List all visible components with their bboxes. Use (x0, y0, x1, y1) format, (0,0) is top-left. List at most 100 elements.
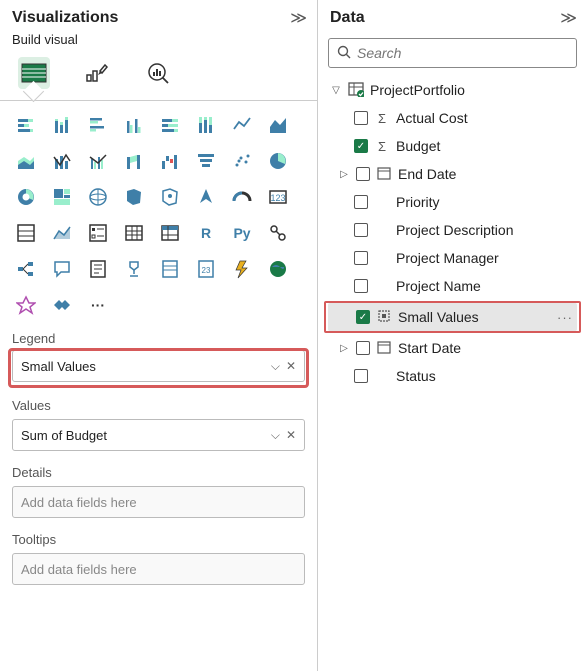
vicon-arcgis[interactable] (264, 255, 292, 283)
field-label: Project Manager (396, 250, 575, 266)
field-highlight: ✓Small Values··· (324, 301, 581, 333)
field-label: Project Description (396, 222, 575, 238)
vicon-stacked-area[interactable] (12, 147, 40, 175)
vicon-power-automate[interactable] (228, 255, 256, 283)
tab-build-visual[interactable] (18, 57, 50, 89)
collapse-viz-icon[interactable]: ≫ (290, 8, 307, 28)
field-row-start-date[interactable]: ▷ Start Date (326, 334, 579, 362)
analytics-icon (146, 61, 170, 85)
field-checkbox[interactable] (356, 341, 370, 355)
vicon-qa[interactable] (48, 255, 76, 283)
field-row-project-description[interactable]: Project Description (326, 216, 579, 244)
legend-field-actions: ⌵ ✕ (271, 359, 296, 374)
values-field-actions: ⌵ ✕ (271, 428, 296, 443)
viz-header: Visualizations ≫ (0, 0, 317, 32)
vicon-matrix[interactable] (156, 219, 184, 247)
vicon-custom-1[interactable] (12, 291, 40, 319)
vicon-multi-row-card[interactable] (12, 219, 40, 247)
vicon-card[interactable]: 123 (264, 183, 292, 211)
vicon-custom-2[interactable] (48, 291, 76, 319)
vicon-clustered-bar[interactable] (84, 111, 112, 139)
tab-format-visual[interactable] (80, 57, 112, 89)
tooltips-placeholder: Add data fields here (21, 562, 137, 577)
group-icon (376, 309, 392, 326)
vicon-azure-map[interactable] (156, 183, 184, 211)
vicon-table[interactable] (120, 219, 148, 247)
details-field-well[interactable]: Add data fields here (12, 486, 305, 518)
vicon-r-visual[interactable]: R (192, 219, 220, 247)
field-row-project-name[interactable]: Project Name (326, 272, 579, 300)
chevron-down-icon: ▽ (330, 85, 342, 96)
viz-gallery: 123 R Py 23 ··· (0, 101, 317, 325)
vicon-line-stacked-column[interactable] (48, 147, 76, 175)
calendar-icon (376, 340, 392, 357)
search-icon (337, 45, 351, 62)
vicon-power-apps[interactable]: 23 (192, 255, 220, 283)
vicon-donut[interactable] (12, 183, 40, 211)
vicon-waterfall[interactable] (156, 147, 184, 175)
vicon-line-clustered-column[interactable] (84, 147, 112, 175)
field-row-small-values[interactable]: ✓Small Values··· (328, 303, 577, 331)
field-checkbox[interactable] (354, 111, 368, 125)
field-checkbox[interactable]: ✓ (354, 139, 368, 153)
search-box[interactable] (328, 38, 577, 68)
vicon-paginated-report[interactable] (156, 255, 184, 283)
vicon-scatter[interactable] (228, 147, 256, 175)
vicon-100-stacked-column[interactable] (192, 111, 220, 139)
vicon-treemap[interactable] (48, 183, 76, 211)
field-checkbox[interactable]: ✓ (356, 310, 370, 324)
field-checkbox[interactable] (354, 195, 368, 209)
vicon-line[interactable] (228, 111, 256, 139)
remove-field-icon[interactable]: ✕ (286, 428, 296, 443)
remove-field-icon[interactable]: ✕ (286, 359, 296, 374)
vicon-stacked-bar[interactable] (12, 111, 40, 139)
field-row-priority[interactable]: Priority (326, 188, 579, 216)
vicon-decomposition-tree[interactable] (12, 255, 40, 283)
search-input[interactable] (357, 45, 568, 61)
field-row-actual-cost[interactable]: ΣActual Cost (326, 104, 579, 132)
vicon-stacked-column[interactable] (48, 111, 76, 139)
field-checkbox[interactable] (356, 167, 370, 181)
field-row-project-manager[interactable]: Project Manager (326, 244, 579, 272)
chevron-down-icon[interactable]: ⌵ (271, 359, 280, 374)
svg-text:123: 123 (270, 193, 285, 203)
field-checkbox[interactable] (354, 223, 368, 237)
table-row-projectportfolio[interactable]: ▽ ProjectPortfolio (326, 76, 579, 104)
chevron-right-icon[interactable]: ▷ (338, 343, 350, 354)
field-row-status[interactable]: Status (326, 362, 579, 390)
vicon-pie[interactable] (264, 147, 292, 175)
data-title: Data (330, 9, 365, 27)
vicon-smart-narrative[interactable] (84, 255, 112, 283)
legend-field-well[interactable]: Small Values ⌵ ✕ (12, 350, 305, 382)
vicon-key-influencers[interactable] (264, 219, 292, 247)
chevron-right-icon[interactable]: ▷ (338, 169, 350, 180)
vicon-arrow[interactable] (192, 183, 220, 211)
field-checkbox[interactable] (354, 279, 368, 293)
field-label: Start Date (398, 340, 575, 356)
field-label: End Date (398, 166, 575, 182)
details-label: Details (0, 459, 317, 482)
vicon-ribbon[interactable] (120, 147, 148, 175)
field-checkbox[interactable] (354, 369, 368, 383)
field-checkbox[interactable] (354, 251, 368, 265)
field-row-budget[interactable]: ✓ΣBudget (326, 132, 579, 160)
vicon-more[interactable]: ··· (84, 291, 112, 319)
vicon-funnel[interactable] (192, 147, 220, 175)
chevron-down-icon[interactable]: ⌵ (271, 428, 280, 443)
collapse-data-icon[interactable]: ≫ (560, 8, 577, 28)
vicon-python-visual[interactable]: Py (228, 219, 256, 247)
field-more-icon[interactable]: ··· (557, 310, 573, 325)
values-field-well[interactable]: Sum of Budget ⌵ ✕ (12, 419, 305, 451)
vicon-goals[interactable] (120, 255, 148, 283)
vicon-filled-map[interactable] (120, 183, 148, 211)
vicon-100-stacked-bar[interactable] (156, 111, 184, 139)
tab-analytics[interactable] (142, 57, 174, 89)
vicon-slicer[interactable] (84, 219, 112, 247)
vicon-kpi[interactable] (48, 219, 76, 247)
vicon-map[interactable] (84, 183, 112, 211)
tooltips-field-well[interactable]: Add data fields here (12, 553, 305, 585)
vicon-clustered-column[interactable] (120, 111, 148, 139)
vicon-area[interactable] (264, 111, 292, 139)
field-row-end-date[interactable]: ▷ End Date (326, 160, 579, 188)
vicon-gauge[interactable] (228, 183, 256, 211)
